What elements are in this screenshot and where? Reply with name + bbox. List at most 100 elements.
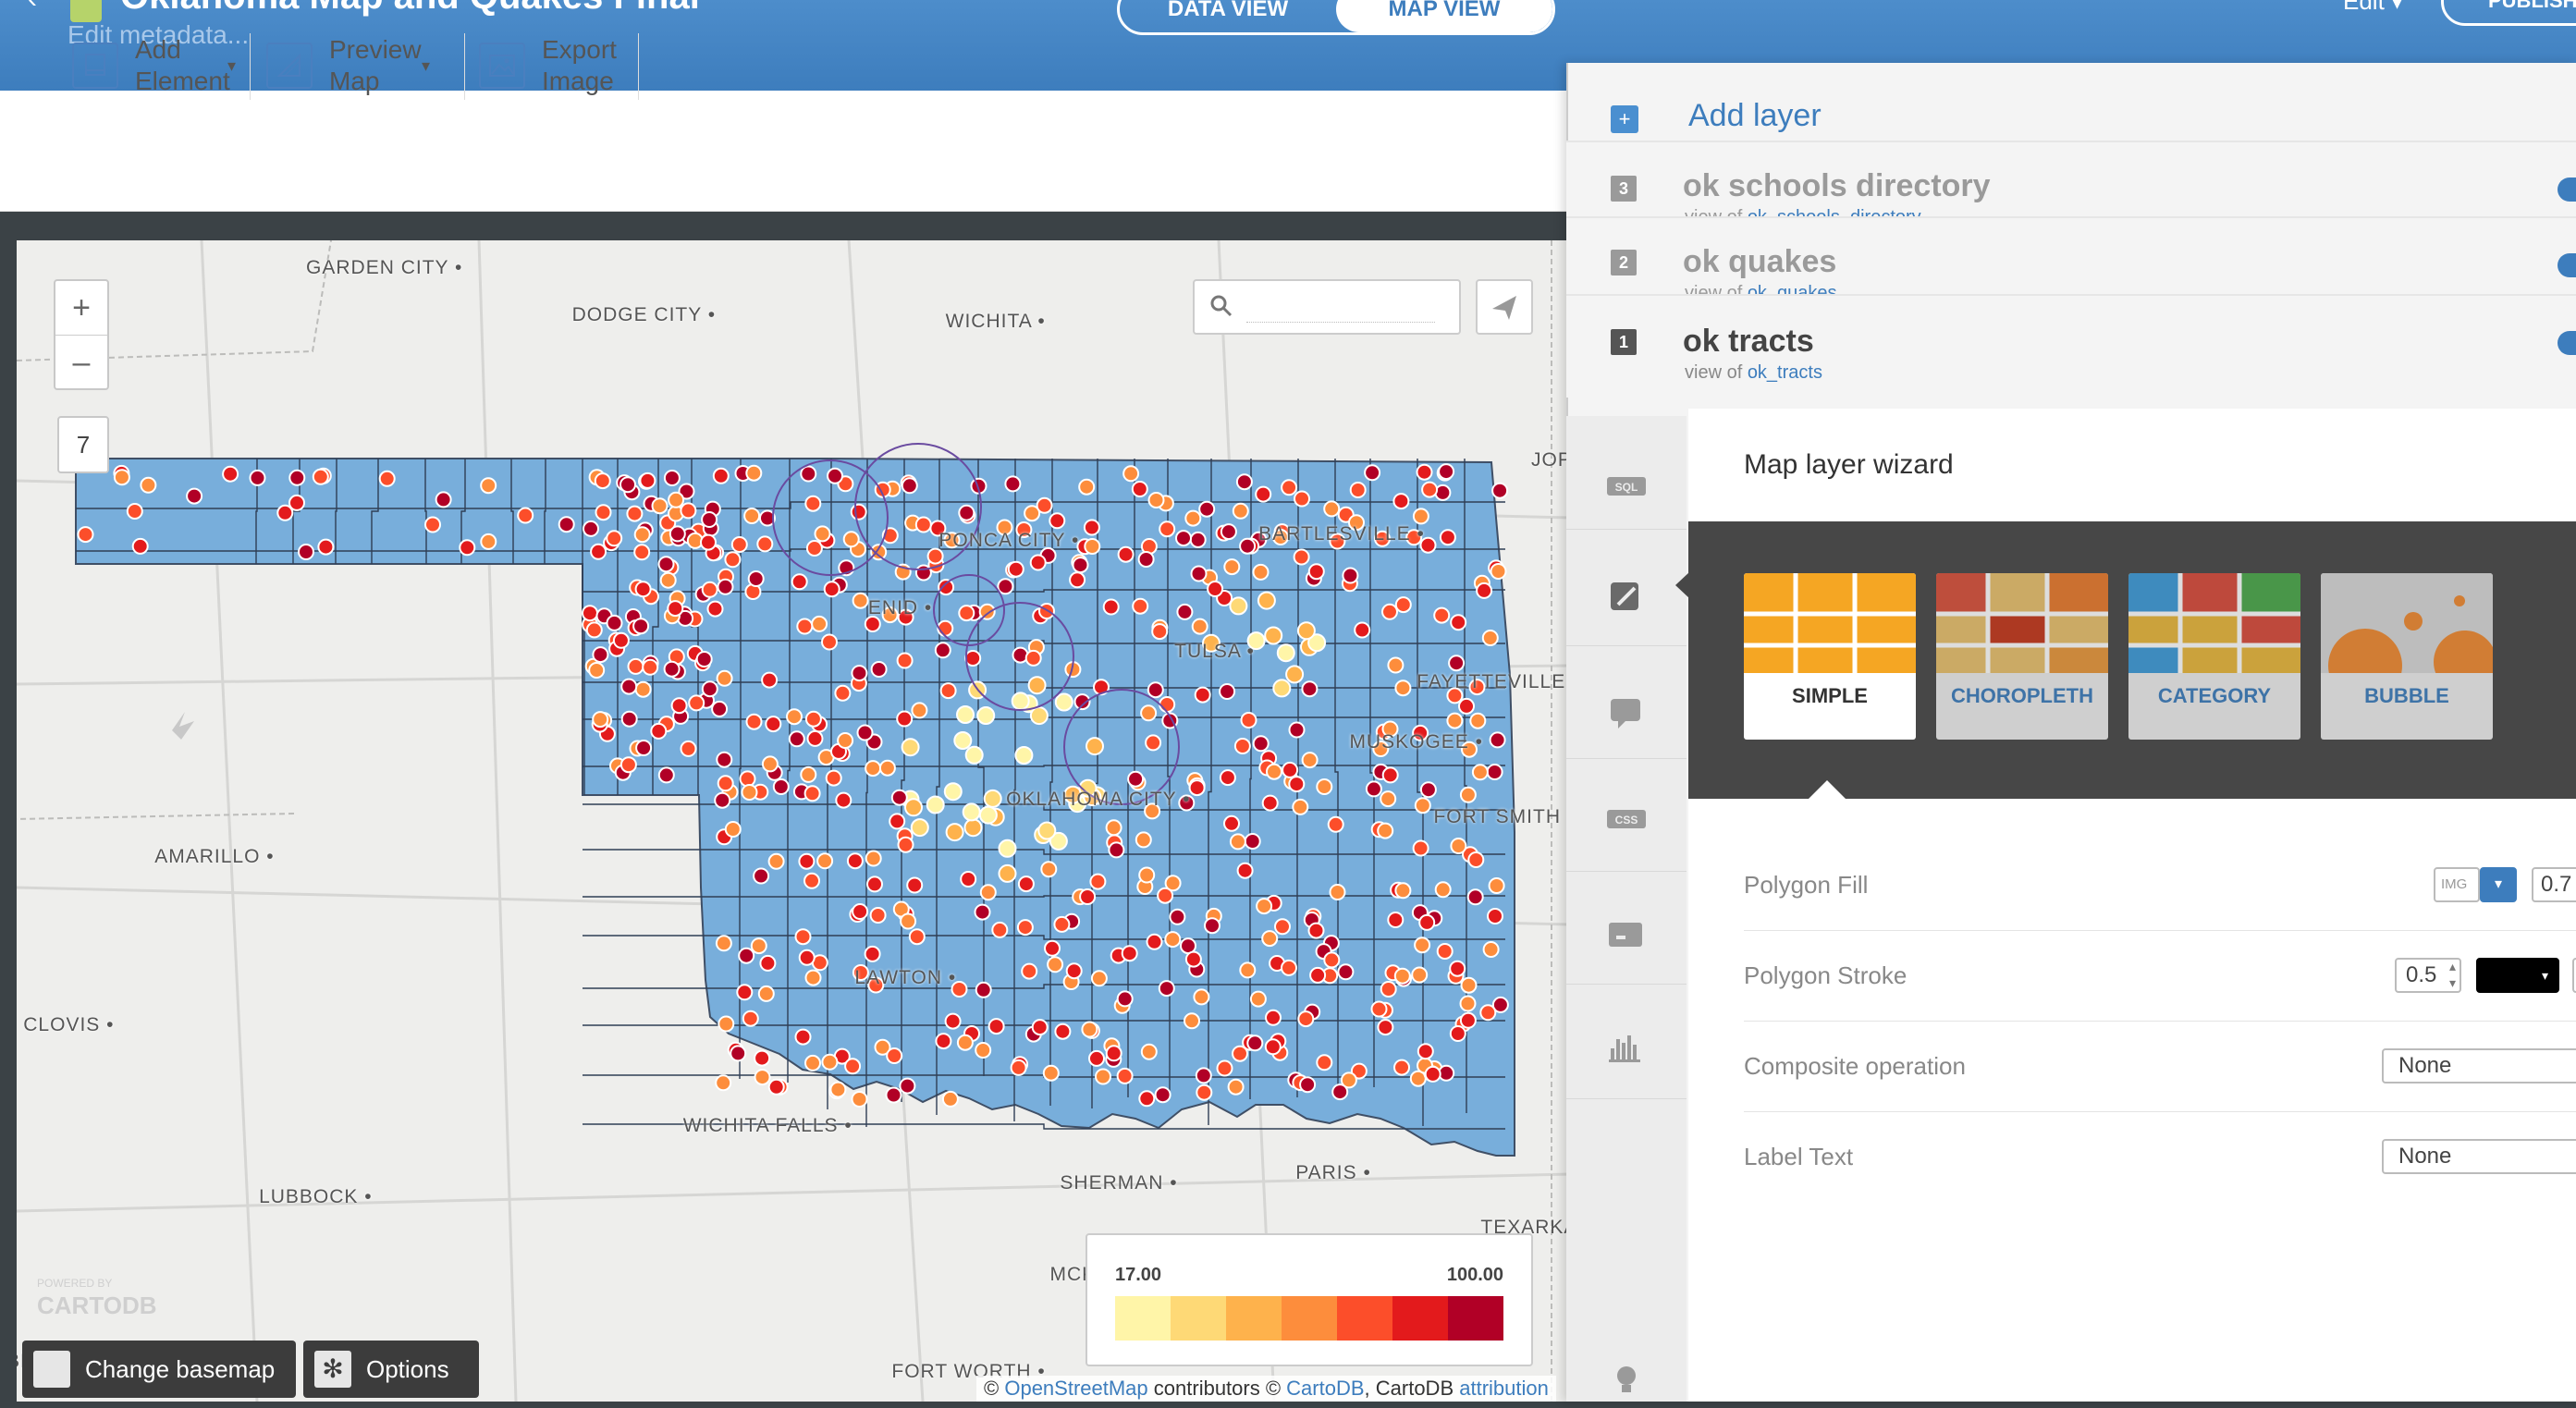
quake-point[interactable] bbox=[1459, 1011, 1477, 1029]
quake-point[interactable] bbox=[1105, 819, 1122, 837]
quake-point[interactable] bbox=[998, 839, 1017, 858]
quake-point[interactable] bbox=[715, 935, 732, 952]
export-image-button[interactable]: Export Image bbox=[479, 33, 644, 98]
quake-point[interactable] bbox=[743, 508, 761, 524]
quake-point[interactable] bbox=[592, 646, 609, 664]
quake-point[interactable] bbox=[1252, 563, 1270, 581]
quake-point[interactable] bbox=[938, 579, 955, 596]
quake-point[interactable] bbox=[811, 615, 828, 632]
quake-point[interactable] bbox=[804, 710, 822, 728]
quake-point[interactable] bbox=[1121, 945, 1138, 962]
quake-point[interactable] bbox=[716, 669, 733, 687]
quake-point[interactable] bbox=[837, 732, 854, 749]
quake-point[interactable] bbox=[1236, 862, 1254, 879]
quake-point[interactable] bbox=[1421, 481, 1439, 498]
quake-point[interactable] bbox=[865, 760, 882, 777]
quake-point[interactable] bbox=[1412, 839, 1429, 857]
quake-point[interactable] bbox=[975, 981, 992, 998]
quake-point[interactable] bbox=[1448, 655, 1466, 672]
quake-point[interactable] bbox=[750, 937, 767, 955]
caret-down-icon[interactable]: ▾ bbox=[422, 56, 430, 76]
quake-point[interactable] bbox=[1021, 962, 1038, 980]
quake-point[interactable] bbox=[1337, 963, 1355, 981]
quake-point[interactable] bbox=[1416, 463, 1433, 481]
quake-point[interactable] bbox=[1164, 931, 1182, 949]
quake-point[interactable] bbox=[113, 469, 130, 486]
quake-point[interactable] bbox=[1227, 1078, 1245, 1096]
quake-point[interactable] bbox=[1446, 712, 1464, 729]
quake-point[interactable] bbox=[829, 1081, 847, 1098]
quake-point[interactable] bbox=[1354, 621, 1371, 639]
fill-opacity-input[interactable]: 0.7 bbox=[2532, 867, 2576, 902]
quake-point[interactable] bbox=[1116, 1067, 1134, 1084]
quake-point[interactable] bbox=[714, 791, 731, 809]
quake-point[interactable] bbox=[688, 694, 705, 712]
quake-point[interactable] bbox=[1204, 917, 1221, 935]
quake-point[interactable] bbox=[1189, 531, 1207, 548]
quake-point[interactable] bbox=[997, 578, 1014, 595]
quake-point[interactable] bbox=[1151, 623, 1169, 641]
quake-point[interactable] bbox=[1434, 881, 1452, 899]
quake-point[interactable] bbox=[1466, 888, 1484, 906]
quake-point[interactable] bbox=[1249, 990, 1267, 1008]
quake-point[interactable] bbox=[595, 504, 612, 521]
quake-point[interactable] bbox=[939, 682, 957, 700]
quake-point[interactable] bbox=[736, 984, 754, 1001]
quake-point[interactable] bbox=[1175, 530, 1192, 547]
quake-point[interactable] bbox=[633, 526, 651, 544]
quake-point[interactable] bbox=[663, 660, 681, 678]
quake-point[interactable] bbox=[1459, 995, 1477, 1012]
quake-point[interactable] bbox=[620, 678, 638, 695]
quake-point[interactable] bbox=[1083, 519, 1100, 536]
infowindow-icon[interactable] bbox=[1603, 690, 1650, 736]
quake-point[interactable] bbox=[788, 730, 805, 748]
quake-point[interactable] bbox=[1007, 560, 1024, 578]
quake-point[interactable] bbox=[835, 791, 853, 809]
quake-point[interactable] bbox=[1198, 500, 1216, 518]
quake-point[interactable] bbox=[878, 759, 896, 777]
quake-point[interactable] bbox=[1394, 882, 1412, 900]
css-icon[interactable]: CSS bbox=[1603, 797, 1650, 843]
quake-point[interactable] bbox=[1029, 706, 1049, 726]
quake-point[interactable] bbox=[1086, 737, 1104, 756]
quake-point[interactable] bbox=[1031, 1019, 1049, 1036]
help-bulb-icon[interactable] bbox=[1603, 1357, 1650, 1403]
quake-point[interactable] bbox=[1081, 1021, 1098, 1038]
quake-point[interactable] bbox=[1264, 626, 1283, 645]
quake-point[interactable] bbox=[701, 511, 718, 528]
quake-point[interactable] bbox=[1393, 967, 1411, 985]
quake-point[interactable] bbox=[1411, 966, 1429, 984]
quake-point[interactable] bbox=[1450, 838, 1467, 854]
quake-point[interactable] bbox=[1036, 496, 1053, 514]
quake-point[interactable] bbox=[974, 903, 991, 921]
quake-point[interactable] bbox=[1266, 763, 1282, 780]
quake-point[interactable] bbox=[899, 1077, 916, 1095]
quake-point[interactable] bbox=[856, 724, 874, 741]
quake-point[interactable] bbox=[1381, 603, 1398, 620]
quake-point[interactable] bbox=[1004, 475, 1022, 493]
quake-point[interactable] bbox=[745, 464, 763, 482]
quake-point[interactable] bbox=[1239, 537, 1257, 555]
cartodb-link[interactable]: CartoDB bbox=[1286, 1377, 1364, 1400]
quake-point[interactable] bbox=[901, 738, 920, 757]
quake-point[interactable] bbox=[1193, 988, 1210, 1006]
quake-point[interactable] bbox=[906, 876, 924, 894]
quake-point[interactable] bbox=[834, 684, 852, 702]
quake-point[interactable] bbox=[651, 497, 669, 515]
quake-point[interactable] bbox=[1049, 512, 1066, 530]
quake-point[interactable] bbox=[1157, 887, 1174, 904]
quake-point[interactable] bbox=[1294, 490, 1310, 508]
quake-point[interactable] bbox=[1047, 956, 1064, 973]
quake-point[interactable] bbox=[1460, 976, 1478, 994]
quake-point[interactable] bbox=[765, 716, 782, 733]
quake-point[interactable] bbox=[594, 472, 611, 490]
quake-point[interactable] bbox=[1108, 841, 1125, 859]
quake-point[interactable] bbox=[767, 852, 785, 870]
quake-point[interactable] bbox=[1137, 551, 1155, 568]
quake-point[interactable] bbox=[772, 778, 790, 795]
quake-point[interactable] bbox=[668, 491, 685, 508]
quake-point[interactable] bbox=[1011, 692, 1030, 711]
quake-point[interactable] bbox=[612, 631, 630, 649]
quake-point[interactable] bbox=[1323, 951, 1341, 969]
quake-point[interactable] bbox=[1016, 919, 1034, 937]
